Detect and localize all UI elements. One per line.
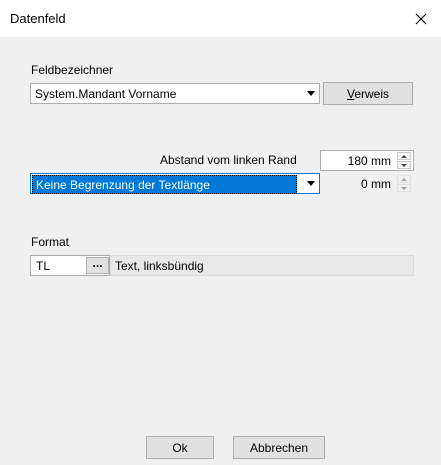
spin-down-icon bbox=[401, 163, 407, 167]
spin-down-button[interactable] bbox=[397, 161, 411, 169]
chevron-down-icon bbox=[302, 84, 319, 103]
feldbezeichner-label: Feldbezeichner bbox=[31, 63, 114, 77]
format-description-text: Text, linksbündig bbox=[115, 259, 204, 273]
textlaenge-value: Keine Begrenzung der Textlänge bbox=[32, 175, 297, 194]
ok-button[interactable]: Ok bbox=[146, 436, 214, 459]
window-title: Datenfeld bbox=[10, 11, 66, 26]
textlaenge-spinner: 0 mm bbox=[320, 173, 414, 194]
spin-up-icon bbox=[401, 177, 407, 181]
close-icon bbox=[415, 13, 427, 24]
spin-up-icon bbox=[401, 154, 407, 158]
verweis-label: erweis bbox=[354, 87, 390, 101]
format-description: Text, linksbündig bbox=[110, 255, 414, 276]
chevron-down-icon bbox=[302, 174, 319, 193]
abstand-value: 180 mm bbox=[347, 154, 391, 168]
title-bar: Datenfeld bbox=[0, 0, 441, 37]
format-label: Format bbox=[31, 235, 70, 249]
ellipsis-icon: ... bbox=[92, 256, 103, 270]
format-code-field[interactable]: TL ... bbox=[30, 255, 110, 276]
close-button[interactable] bbox=[401, 0, 441, 37]
verweis-button[interactable]: Verweis bbox=[323, 82, 413, 105]
abbrechen-button[interactable]: Abbrechen bbox=[233, 436, 325, 459]
spin-down-icon bbox=[401, 186, 407, 190]
abstand-spinner[interactable]: 180 mm bbox=[320, 150, 414, 171]
ok-label: Ok bbox=[172, 441, 188, 455]
spin-up-button bbox=[397, 175, 411, 183]
datenfeld-dialog: Datenfeld Feldbezeichner System.Mandant … bbox=[0, 0, 441, 465]
format-code-value: TL bbox=[36, 259, 51, 273]
spin-up-button[interactable] bbox=[397, 152, 411, 160]
abbrechen-label: Abbrechen bbox=[249, 441, 309, 455]
abstand-label: Abstand vom linken Rand bbox=[160, 153, 297, 167]
format-browse-button[interactable]: ... bbox=[86, 257, 109, 274]
textlaenge-combo[interactable]: Keine Begrenzung der Textlänge bbox=[30, 173, 320, 194]
spin-down-button bbox=[397, 184, 411, 192]
textlaenge-spin-value: 0 mm bbox=[361, 177, 391, 191]
feldbezeichner-value: System.Mandant Vorname bbox=[35, 87, 177, 101]
feldbezeichner-combo[interactable]: System.Mandant Vorname bbox=[30, 83, 320, 104]
